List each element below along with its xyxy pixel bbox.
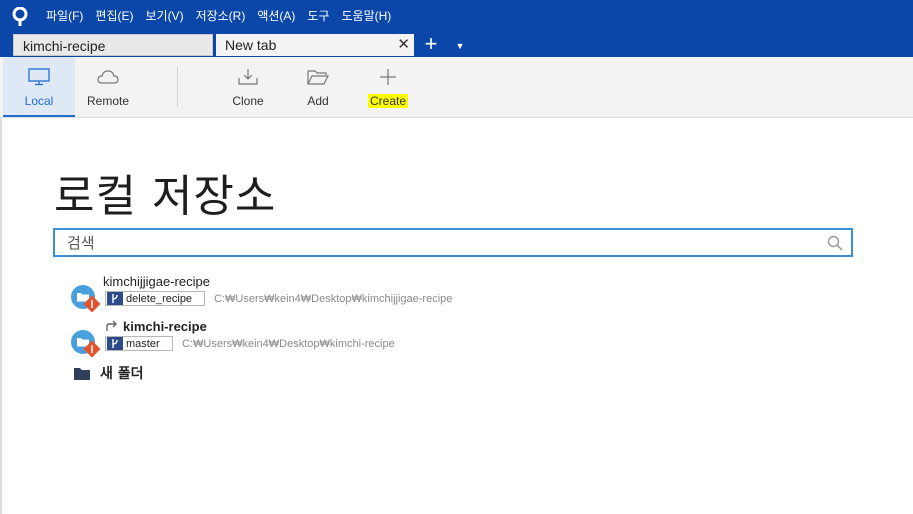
menu-bar: 파일(F) 편집(E) 보기(V) 저장소(R) 액션(A) 도구 도움말(H): [40, 0, 397, 33]
branch-name: delete_recipe: [126, 292, 193, 305]
branch-icon: [107, 292, 123, 305]
branch-icon: [107, 337, 123, 350]
git-repo-icon: [71, 330, 101, 357]
local-label: Local: [24, 94, 54, 108]
folder-item-new-folder[interactable]: 새 폴더: [74, 364, 144, 382]
monitor-icon: [28, 68, 50, 86]
tab-label: kimchi-recipe: [23, 38, 106, 54]
tab-new-tab[interactable]: New tab ✕: [216, 34, 414, 56]
sourcetree-logo-icon: [0, 0, 40, 33]
menu-edit[interactable]: 편집(E): [89, 0, 139, 33]
create-button[interactable]: Create: [352, 57, 424, 117]
repo-path: C:₩Users₩kein4₩Desktop₩kimchi-recipe: [182, 338, 395, 350]
menu-view[interactable]: 보기(V): [139, 0, 189, 33]
folder-label: 새 폴더: [100, 366, 144, 382]
add-tab-icon[interactable]: +: [421, 33, 441, 57]
search-icon[interactable]: [827, 235, 843, 251]
repo-path: C:₩Users₩kein4₩Desktop₩kimchijjigae-reci…: [214, 293, 453, 305]
repo-item-kimchijjigae-recipe[interactable]: kimchijjigae-recipe delete_recipe C:₩Use…: [70, 274, 770, 318]
add-label: Add: [307, 94, 329, 108]
git-repo-icon: [71, 285, 101, 312]
repo-item-kimchi-recipe[interactable]: kimchi-recipe master C:₩Users₩kein4₩Desk…: [70, 319, 770, 363]
tab-kimchi-recipe[interactable]: kimchi-recipe: [13, 34, 213, 56]
remote-label: Remote: [86, 94, 130, 108]
chevron-down-icon[interactable]: ▼: [452, 33, 468, 57]
title-menu-bar: 파일(F) 편집(E) 보기(V) 저장소(R) 액션(A) 도구 도움말(H): [0, 0, 913, 33]
branch-name: master: [126, 337, 160, 350]
clone-button[interactable]: Clone: [212, 57, 284, 117]
left-border: [0, 117, 2, 514]
folder-open-icon: [307, 70, 329, 85]
clone-label: Clone: [232, 94, 264, 108]
menu-tools[interactable]: 도구: [301, 0, 335, 33]
redirect-arrow-icon: [106, 320, 117, 331]
branch-badge: delete_recipe: [105, 291, 205, 306]
menu-actions[interactable]: 액션(A): [251, 0, 301, 33]
branch-badge: master: [105, 336, 173, 351]
create-label: Create: [367, 94, 409, 108]
add-button[interactable]: Add: [282, 57, 354, 117]
page-title: 로컬 저장소: [54, 171, 277, 222]
search-input[interactable]: [55, 230, 839, 255]
local-button[interactable]: Local: [3, 57, 75, 117]
tab-label: New tab: [225, 37, 277, 53]
toolbar-divider: [177, 67, 178, 107]
repo-name: kimchijjigae-recipe: [103, 274, 210, 289]
menu-repository[interactable]: 저장소(R): [190, 0, 252, 33]
menu-file[interactable]: 파일(F): [40, 0, 89, 33]
remote-button[interactable]: Remote: [72, 57, 144, 117]
menu-help[interactable]: 도움말(H): [336, 0, 398, 33]
download-icon: [238, 69, 258, 85]
folder-icon: [74, 368, 90, 380]
repo-name: kimchi-recipe: [123, 319, 207, 334]
tab-strip: kimchi-recipe New tab ✕ + ▼: [0, 33, 913, 57]
search-box[interactable]: [53, 228, 853, 257]
plus-icon: [380, 69, 396, 85]
toolbar: Local Remote Clone Add Create: [0, 57, 913, 118]
cloud-icon: [97, 70, 119, 84]
close-icon[interactable]: ✕: [397, 34, 410, 56]
